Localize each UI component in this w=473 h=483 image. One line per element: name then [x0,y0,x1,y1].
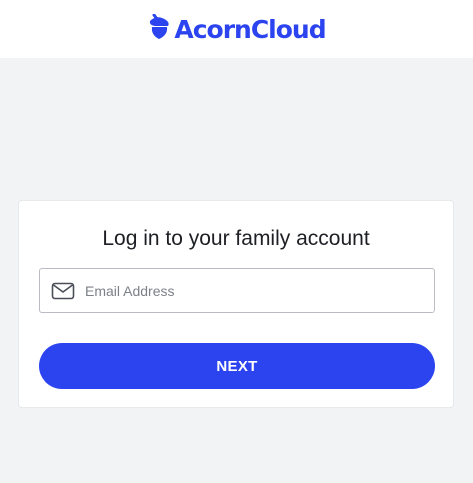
header: AcornCloud [0,0,473,58]
email-field[interactable] [39,268,435,313]
email-input[interactable] [83,274,417,307]
login-card: Log in to your family account NEXT [18,200,454,408]
brand-logo[interactable]: AcornCloud [147,13,327,45]
next-button[interactable]: NEXT [39,343,435,389]
acorn-icon [147,13,171,45]
brand-name: AcornCloud [174,14,326,44]
mail-icon [51,281,75,301]
login-title: Log in to your family account [102,227,370,250]
